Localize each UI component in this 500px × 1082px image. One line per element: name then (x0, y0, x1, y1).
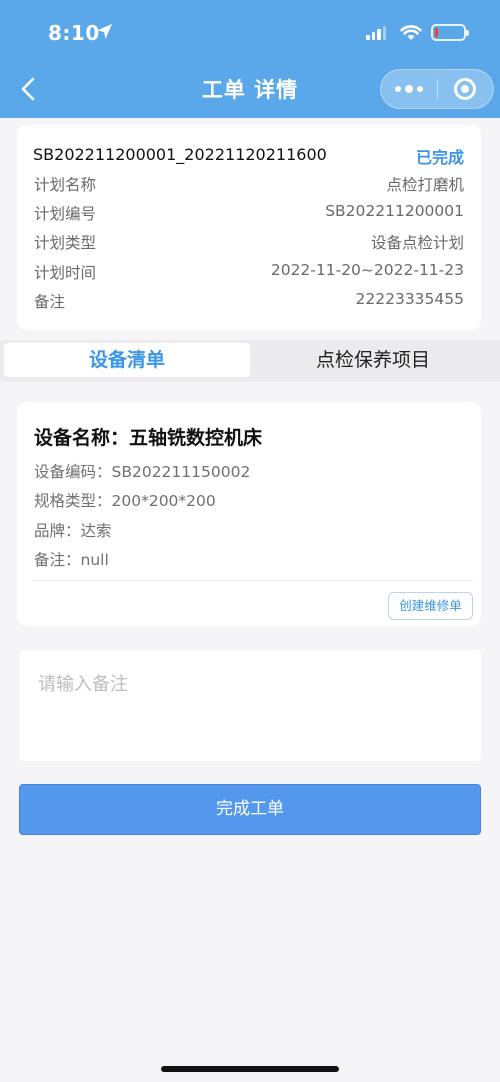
info-value: 设备点检计划 (370, 234, 464, 252)
status-time: 8:10 (48, 21, 100, 45)
divider (33, 580, 473, 581)
info-value: 2022-11-20~2022-11-23 (270, 261, 464, 279)
battery-level (435, 28, 438, 37)
tab-bar: 设备清单 点检保养项目 (0, 340, 500, 382)
remark-field (19, 650, 481, 761)
home-indicator (161, 1066, 339, 1072)
remark-input[interactable] (19, 650, 481, 761)
order-number: SB202211200001_20221120211600 (33, 145, 327, 164)
info-label: 计划名称 (34, 176, 97, 194)
info-row-plan-type: 计划类型 设备点检计划 (17, 231, 481, 255)
order-info-card: SB202211200001_20221120211600 已完成 计划名称 点… (17, 124, 481, 330)
location-arrow-icon (96, 23, 113, 44)
create-repair-order-button[interactable]: 创建维修单 (388, 592, 473, 620)
target-circle-icon (454, 78, 477, 100)
info-row-plan-number: 计划编号 SB202211200001 (17, 202, 481, 226)
complete-order-button[interactable]: 完成工单 (19, 784, 481, 835)
info-row-remark: 备注 22223335455 (17, 290, 481, 314)
status-badge: 已完成 (415, 148, 464, 167)
wifi-icon (400, 24, 422, 45)
info-value: 22223335455 (355, 290, 464, 308)
mini-program-capsule (380, 69, 494, 109)
top-bar: 8:10 工单 详情 (0, 0, 500, 118)
device-code: 设备编码：SB202211150002 (34, 463, 251, 481)
device-brand: 品牌：达索 (34, 522, 112, 540)
tab-device-list[interactable]: 设备清单 (4, 343, 250, 377)
more-button[interactable] (381, 70, 437, 108)
info-row-plan-time: 计划时间 2022-11-20~2022-11-23 (17, 261, 481, 285)
info-label: 计划类型 (34, 234, 97, 252)
cellular-signal-icon (366, 26, 386, 40)
more-dots-icon (394, 86, 401, 92)
info-row-plan-name: 计划名称 点检打磨机 (17, 173, 481, 197)
tab-inspection-items[interactable]: 点检保养项目 (250, 343, 496, 377)
device-card: 设备名称：五轴铣数控机床 设备编码：SB202211150002 规格类型：20… (17, 402, 481, 626)
device-spec: 规格类型：200*200*200 (34, 492, 216, 510)
device-name: 设备名称：五轴铣数控机床 (34, 427, 263, 449)
battery-icon (431, 24, 469, 41)
info-label: 备注 (34, 293, 66, 311)
info-label: 计划编号 (34, 205, 97, 223)
device-remark: 备注：null (34, 551, 109, 569)
info-value: SB202211200001 (325, 202, 464, 220)
info-value: 点检打磨机 (386, 176, 464, 194)
close-miniprogram-button[interactable] (437, 70, 493, 108)
info-label: 计划时间 (34, 264, 97, 282)
